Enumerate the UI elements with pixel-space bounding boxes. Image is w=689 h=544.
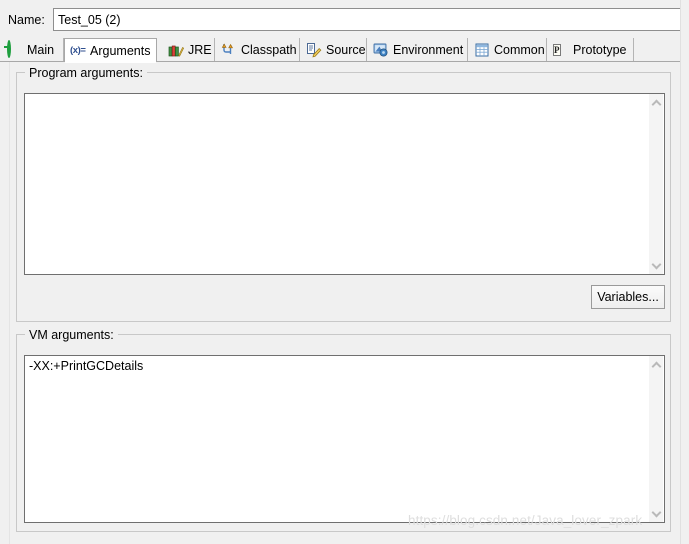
tab-environment-label: Environment [393, 43, 464, 57]
name-row: Name: [0, 8, 689, 34]
tab-common[interactable]: Common [469, 38, 547, 62]
tab-main-label: Main [27, 43, 55, 57]
scrollbar-track[interactable] [649, 94, 663, 274]
program-arguments-input[interactable] [25, 94, 647, 274]
variable-xequals-icon: (x)= [70, 44, 86, 56]
table-icon [474, 42, 490, 58]
tab-arguments[interactable]: (x)= Arguments [64, 38, 157, 63]
green-circle-g-icon [7, 40, 23, 58]
vm-arguments-label: VM arguments: [25, 328, 118, 342]
tab-classpath-label: Classpath [241, 43, 297, 57]
name-label: Name: [8, 13, 45, 27]
tab-arguments-label: Arguments [90, 43, 151, 58]
vm-arguments-scrollbar[interactable] [647, 356, 664, 522]
books-icon [168, 42, 185, 58]
tab-prototype[interactable]: P Prototype [548, 38, 634, 62]
arguments-tab-page: Program arguments: Variables... VM argum… [0, 62, 689, 544]
tab-environment[interactable]: Environment [368, 38, 468, 62]
tab-common-label: Common [494, 43, 545, 57]
monitor-icon [373, 42, 389, 58]
scroll-up-arrow-icon[interactable] [648, 358, 664, 373]
name-input[interactable] [53, 8, 681, 31]
program-arguments-scrollbar[interactable] [647, 94, 664, 274]
source-pencil-icon [306, 42, 322, 58]
left-gutter [0, 62, 10, 544]
tab-strip: Main (x)= Arguments JRE Classpath Source… [0, 38, 689, 63]
tab-jre[interactable]: JRE [163, 38, 215, 62]
tab-main[interactable]: Main [2, 38, 64, 62]
prototype-p-icon: P [553, 44, 561, 56]
vm-arguments-field-wrap [24, 355, 665, 523]
vm-arguments-group: VM arguments: [16, 328, 671, 532]
program-arguments-label: Program arguments: [25, 66, 147, 80]
scrollbar-track[interactable] [649, 356, 663, 522]
vm-arguments-input[interactable] [25, 356, 647, 522]
run-configuration-dialog: Name: Main (x)= Arguments [0, 0, 689, 544]
tab-jre-label: JRE [188, 43, 212, 57]
scroll-down-arrow-icon[interactable] [648, 505, 664, 520]
program-arguments-group: Program arguments: Variables... [16, 66, 671, 322]
scroll-down-arrow-icon[interactable] [648, 257, 664, 272]
classpath-arrows-icon [221, 42, 237, 58]
tab-source[interactable]: Source [301, 38, 367, 62]
program-arguments-field-wrap [24, 93, 665, 275]
tab-prototype-label: Prototype [573, 43, 627, 57]
dialog-vertical-scrollbar[interactable] [680, 0, 689, 544]
tab-classpath[interactable]: Classpath [216, 38, 300, 62]
scroll-up-arrow-icon[interactable] [648, 96, 664, 111]
tab-source-label: Source [326, 43, 366, 57]
variables-button[interactable]: Variables... [591, 285, 665, 309]
